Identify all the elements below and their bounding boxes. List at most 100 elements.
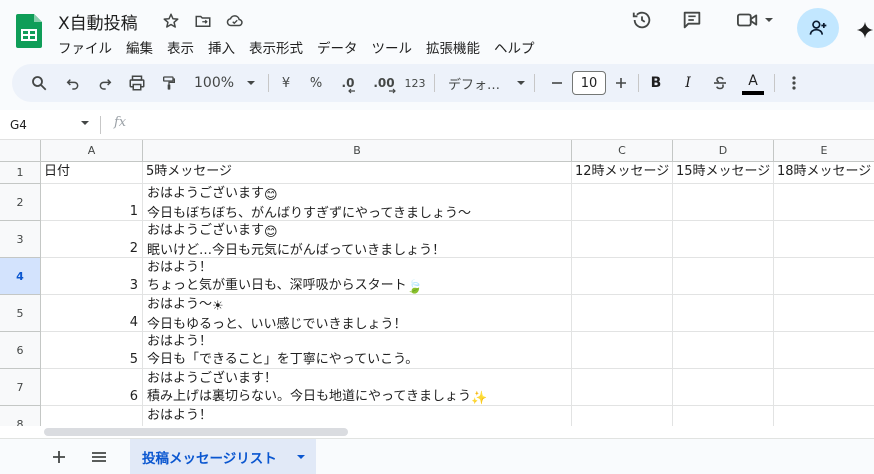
decrease-font-size-icon[interactable] (546, 64, 568, 102)
increase-decimal-button[interactable]: .00 (368, 64, 400, 102)
redo-icon[interactable] (92, 64, 118, 102)
sheet-tab-active[interactable]: 投稿メッセージリスト (130, 439, 316, 474)
cell-c4[interactable] (572, 258, 673, 295)
row-header-6[interactable]: 6 (0, 332, 41, 369)
cell-c8[interactable] (572, 406, 673, 426)
cell-b7[interactable]: おはようございます！ 積み上げは裏切らない。今日も地道にやってきましょう✨ (143, 369, 572, 406)
gemini-icon[interactable] (856, 10, 874, 50)
zoom-select[interactable]: 100% (188, 64, 260, 102)
column-header-a[interactable]: A (41, 140, 143, 162)
paint-format-icon[interactable] (156, 64, 182, 102)
cell-c1[interactable]: 12時メッセージ (572, 162, 673, 184)
cell-d2[interactable] (673, 184, 774, 221)
row-header-4[interactable]: 4 (0, 258, 41, 295)
cell-b5[interactable]: おはよう〜☀ 今日もゆるっと、いい感じでいきましょう！ (143, 295, 572, 332)
menu-file[interactable]: ファイル (58, 37, 119, 57)
menu-help[interactable]: ヘルプ (494, 37, 542, 57)
name-box[interactable]: G4 (10, 118, 27, 132)
all-sheets-menu-icon[interactable] (84, 439, 114, 474)
star-icon[interactable] (160, 10, 182, 32)
horizontal-scrollbar[interactable] (0, 426, 874, 438)
menu-tools[interactable]: ツール (372, 37, 420, 57)
cell-e6[interactable] (774, 332, 874, 369)
percent-format-button[interactable]: % (304, 64, 328, 102)
row-header-8[interactable]: 8 (0, 406, 41, 426)
row-header-1[interactable]: 1 (0, 162, 41, 184)
currency-format-button[interactable]: ¥ (274, 64, 298, 102)
cell-d6[interactable] (673, 332, 774, 369)
text-color-button[interactable]: A (740, 64, 766, 102)
menu-format[interactable]: 表示形式 (249, 37, 310, 57)
cell-e7[interactable] (774, 369, 874, 406)
column-header-b[interactable]: B (143, 140, 572, 162)
cell-c5[interactable] (572, 295, 673, 332)
row-header-3[interactable]: 3 (0, 221, 41, 258)
cell-b2[interactable]: おはようございます😊 今日もぼちぼち、がんばりすぎずにやってきましょう〜 (143, 184, 572, 221)
font-select[interactable]: デフォ… (442, 64, 526, 102)
menu-insert[interactable]: 挿入 (208, 37, 242, 57)
cell-d3[interactable] (673, 221, 774, 258)
menu-data[interactable]: データ (317, 37, 365, 57)
cell-e8[interactable] (774, 406, 874, 426)
scrollbar-thumb[interactable] (44, 428, 348, 436)
menu-view[interactable]: 表示 (167, 37, 201, 57)
row-header-7[interactable]: 7 (0, 369, 41, 406)
cell-a7[interactable]: 6 (41, 369, 143, 406)
cell-b1[interactable]: 5時メッセージ (143, 162, 572, 184)
version-history-icon[interactable] (628, 0, 656, 40)
cell-a2[interactable]: 1 (41, 184, 143, 221)
column-header-e[interactable]: E (774, 140, 874, 162)
cell-a8[interactable] (41, 406, 143, 426)
cell-e2[interactable] (774, 184, 874, 221)
share-button[interactable] (797, 8, 839, 48)
decrease-decimal-button[interactable]: .0 (334, 64, 362, 102)
cell-e4[interactable] (774, 258, 874, 295)
move-folder-icon[interactable] (192, 10, 214, 32)
undo-icon[interactable] (60, 64, 86, 102)
cell-e3[interactable] (774, 221, 874, 258)
menu-extensions[interactable]: 拡張機能 (426, 37, 487, 57)
cell-e1[interactable]: 18時メッセージ (774, 162, 874, 184)
cell-b4[interactable]: おはよう！ ちょっと気が重い日も、深呼吸からスタート🍃 (143, 258, 572, 295)
cell-d4[interactable] (673, 258, 774, 295)
italic-icon[interactable]: I (676, 64, 700, 102)
cell-b8[interactable]: おはよう！ (143, 406, 572, 426)
cloud-status-icon[interactable] (224, 10, 246, 32)
cell-c2[interactable] (572, 184, 673, 221)
menu-edit[interactable]: 編集 (126, 37, 160, 57)
increase-font-size-icon[interactable] (610, 64, 632, 102)
cell-e5[interactable] (774, 295, 874, 332)
row-header-2[interactable]: 2 (0, 184, 41, 221)
cell-d1[interactable]: 15時メッセージ (673, 162, 774, 184)
cell-b6[interactable]: おはよう！ 今日も「できること」を丁寧にやっていこう。 (143, 332, 572, 369)
cell-c6[interactable] (572, 332, 673, 369)
meet-button[interactable] (732, 0, 778, 40)
document-title[interactable]: X自動投稿 (58, 9, 138, 34)
cell-a5[interactable]: 4 (41, 295, 143, 332)
cell-c7[interactable] (572, 369, 673, 406)
font-size-input[interactable]: 10 (572, 71, 606, 95)
column-header-c[interactable]: C (572, 140, 673, 162)
cell-d7[interactable] (673, 369, 774, 406)
formula-input[interactable] (140, 116, 860, 134)
cell-a1[interactable]: 日付 (41, 162, 143, 184)
more-formats-button[interactable]: 123 (402, 64, 428, 102)
print-icon[interactable] (124, 64, 150, 102)
search-menus-icon[interactable] (26, 64, 52, 102)
cell-b3[interactable]: おはようございます😊 眠いけど…今日も元気にがんばっていきましょう！ (143, 221, 572, 258)
add-sheet-icon[interactable] (44, 439, 74, 474)
bold-icon[interactable]: B (644, 64, 668, 102)
column-header-d[interactable]: D (673, 140, 774, 162)
strikethrough-icon[interactable] (708, 64, 732, 102)
cell-d8[interactable] (673, 406, 774, 426)
more-vert-icon[interactable] (782, 64, 806, 102)
cell-c3[interactable] (572, 221, 673, 258)
sheets-logo-icon[interactable] (16, 14, 42, 48)
cell-a4[interactable]: 3 (41, 258, 143, 295)
comments-icon[interactable] (678, 0, 706, 40)
select-all-corner[interactable] (0, 140, 41, 162)
cell-a3[interactable]: 2 (41, 221, 143, 258)
name-box-caret-icon[interactable] (80, 118, 90, 131)
cell-d5[interactable] (673, 295, 774, 332)
row-header-5[interactable]: 5 (0, 295, 41, 332)
